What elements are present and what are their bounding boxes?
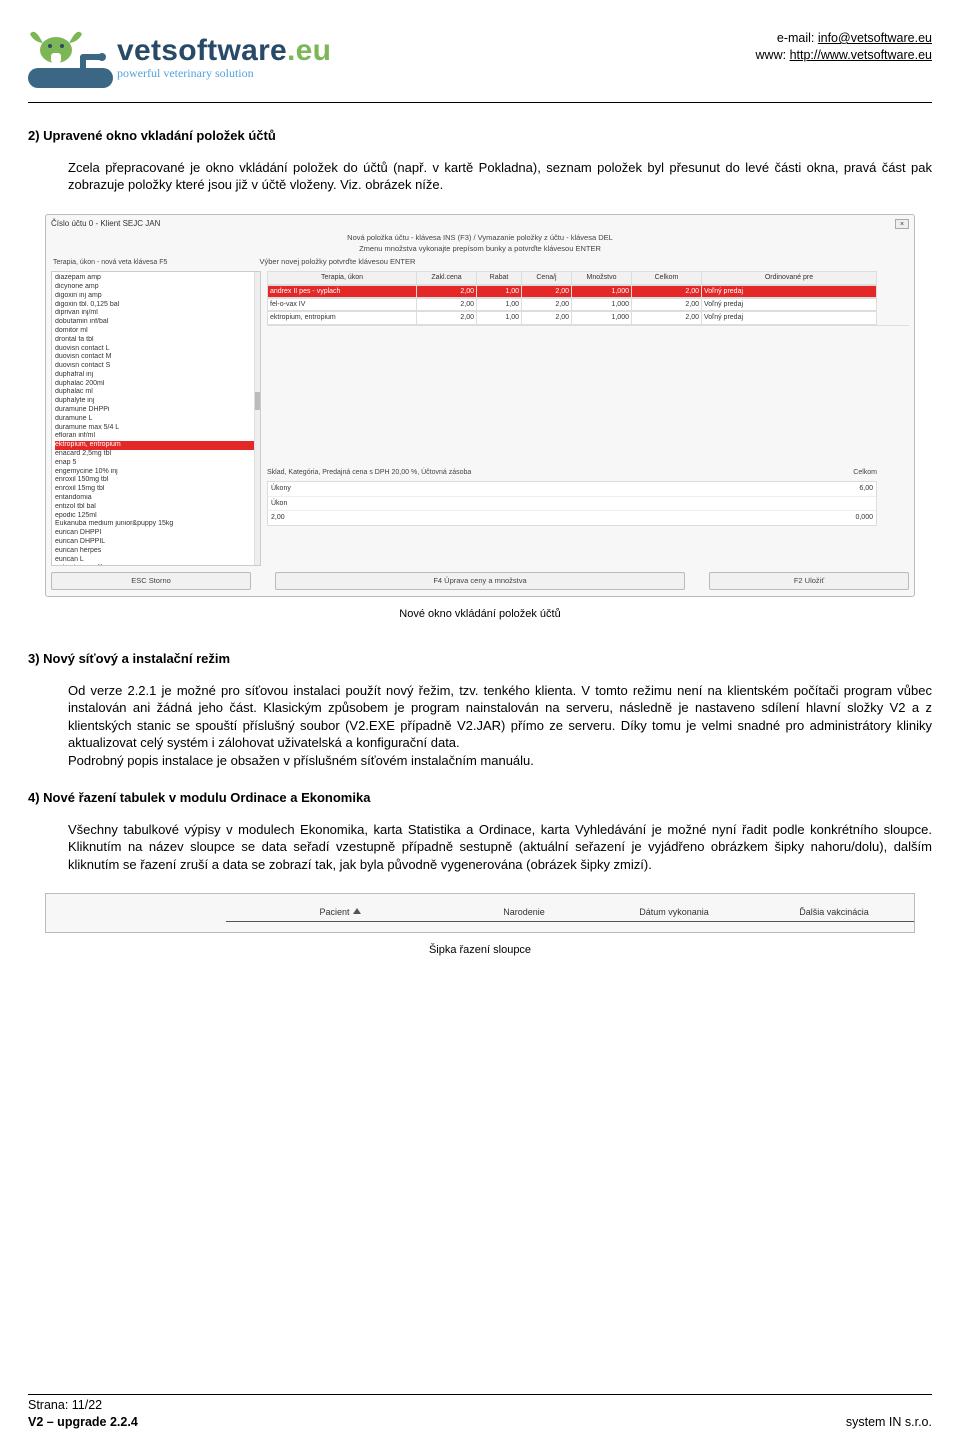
list-item[interactable]: digoxin inj amp [55, 292, 256, 301]
list-item[interactable]: duphalyte inj [55, 397, 256, 406]
section-3-title: 3) Nový síťový a instalační režim [28, 650, 932, 668]
close-icon[interactable]: × [895, 219, 909, 229]
table-row[interactable]: andrex II pes - vyplach2,001,002,001,000… [267, 285, 909, 298]
list-item[interactable]: diprivan inj/ml [55, 309, 256, 318]
list-item[interactable]: domitor ml [55, 327, 256, 336]
list-item[interactable]: ektropium, entropium [55, 441, 256, 450]
screenshot-2: Pacient Narodenie Dátum vykonania Ďalšia… [45, 893, 915, 932]
shot1-f5-label: Terapia, úkon - nová veta klávesa F5 [53, 259, 167, 266]
list-item[interactable]: Eukanuba medium junior&puppy 15kg [55, 520, 256, 529]
list-item[interactable]: duramune L [55, 415, 256, 424]
table-row[interactable]: fel-o-vax IV2,001,002,001,0002,00Voľný p… [267, 298, 909, 311]
email-link[interactable]: info@vetsoftware.eu [818, 31, 932, 45]
shot1-window-title: Číslo účtu 0 - Klient SEJC JAN [51, 219, 160, 230]
page-header: vetsoftware.eu powerful veterinary solut… [0, 0, 960, 98]
section-3-body: Od verze 2.2.1 je možné pro síťovou inst… [68, 682, 932, 770]
footer-left: Strana: 11/22 V2 – upgrade 2.2.4 [28, 1397, 138, 1431]
list-item[interactable]: eurican herpes [55, 547, 256, 556]
col-dalsia[interactable]: Ďalšia vakcinácia [754, 904, 914, 921]
list-item[interactable]: eurican DHPPI [55, 529, 256, 538]
list-item[interactable]: diazepam amp [55, 274, 256, 283]
screenshot-1: Číslo účtu 0 - Klient SEJC JAN × Nová po… [45, 214, 915, 597]
list-item[interactable]: epodic 125ml [55, 512, 256, 521]
cow-icon [28, 28, 113, 88]
shot1-stock-label: Sklad, Kategória, Predajná cena s DPH 20… [267, 468, 471, 477]
list-item[interactable]: duovisn contact M [55, 353, 256, 362]
section-2-body: Zcela přepracované je okno vkládání polo… [68, 159, 932, 194]
col-pacient[interactable]: Pacient [226, 904, 454, 921]
list-item[interactable]: entizol tbl bal [55, 503, 256, 512]
list-item[interactable]: efloran inf/ml [55, 432, 256, 441]
list-item[interactable]: dobutamin inf/bal [55, 318, 256, 327]
contact-email: e-mail: info@vetsoftware.eu [756, 30, 932, 47]
shot1-stock-right: Celkom [853, 468, 877, 477]
list-item[interactable]: drontal fa tbl [55, 336, 256, 345]
list-item[interactable]: digoxin tbl. 0,125 bal [55, 301, 256, 310]
f2-ulozit-button[interactable]: F2 Uložiť [709, 572, 909, 590]
section-4-body: Všechny tabulkové výpisy v modulech Ekon… [68, 821, 932, 874]
caption-2: Šipka řazení sloupce [28, 943, 932, 958]
list-item[interactable]: duphalac 200ml [55, 380, 256, 389]
col-narodenie[interactable]: Narodenie [454, 904, 594, 921]
list-item[interactable]: enap 5 [55, 459, 256, 468]
list-item[interactable]: engemycine 10% inj [55, 468, 256, 477]
list-item[interactable]: eutanázia mačky [55, 564, 256, 566]
f4-uprava-button[interactable]: F4 Úprava ceny a množstva [275, 572, 685, 590]
list-item[interactable]: duphafral inj [55, 371, 256, 380]
section-4-title: 4) Nové řazení tabulek v modulu Ordinace… [28, 789, 932, 807]
caption-1: Nové okno vkládání položek účtů [28, 607, 932, 622]
list-item[interactable]: dicynone amp [55, 283, 256, 292]
list-item[interactable]: entandomia [55, 494, 256, 503]
list-item[interactable]: duovisn contact L [55, 345, 256, 354]
table-row[interactable]: ektropium, entropium2,001,002,001,0002,0… [267, 311, 909, 324]
list-item[interactable]: duramune DHPPi [55, 406, 256, 415]
footer-rule [28, 1394, 932, 1395]
list-item[interactable]: enacard 2,5mg tbl [55, 450, 256, 459]
list-item[interactable]: enroxil 15mg tbl [55, 485, 256, 494]
shot1-grid-body[interactable]: andrex II pes - vyplach2,001,002,001,000… [267, 285, 909, 326]
contact-block: e-mail: info@vetsoftware.eu www: http://… [756, 28, 932, 64]
list-item[interactable]: enroxil 150mg tbl [55, 476, 256, 485]
section-2-title: 2) Upravené okno vkladání položek účtů [28, 127, 932, 145]
shot1-grid-header: Terapia, úkon Zakl.cena Rabat Cena/j Mno… [267, 271, 909, 284]
www-link[interactable]: http://www.vetsoftware.eu [790, 48, 932, 62]
logo-block: vetsoftware.eu powerful veterinary solut… [28, 28, 331, 88]
list-item[interactable]: duramune max 5/4 L [55, 424, 256, 433]
logo-text: vetsoftware.eu powerful veterinary solut… [117, 35, 331, 81]
col-datum[interactable]: Dátum vykonania [594, 904, 754, 921]
esc-storno-button[interactable]: ESC Storno [51, 572, 251, 590]
list-item[interactable]: duovisn contact S [55, 362, 256, 371]
shot1-summary-box: Úkony6,00 Úkon 2,000,000 [267, 481, 877, 525]
shot1-info-2: Zmenu množstva vykonajte prepísom bunky … [51, 244, 909, 254]
shot1-info-3: Výber novej položky potvrďte klávesou EN… [260, 257, 416, 266]
contact-www: www: http://www.vetsoftware.eu [756, 47, 932, 64]
list-item[interactable]: eurican DHPPIL [55, 538, 256, 547]
logo-tagline: powerful veterinary solution [117, 65, 331, 81]
list-item[interactable]: eurican L [55, 556, 256, 565]
page-footer: Strana: 11/22 V2 – upgrade 2.2.4 system … [28, 1397, 932, 1431]
scroll-thumb[interactable] [255, 392, 261, 410]
scrollbar[interactable] [254, 272, 260, 565]
list-item[interactable]: duphalac ml [55, 388, 256, 397]
sort-arrow-up-icon [353, 908, 361, 914]
logo-title: vetsoftware.eu [117, 35, 331, 67]
shot1-info-1: Nová položka účtu - klávesa INS (F3) / V… [51, 233, 909, 243]
shot1-item-listbox[interactable]: diazepam ampdicynone ampdigoxin inj ampd… [51, 271, 261, 566]
footer-right: system IN s.r.o. [846, 1414, 932, 1431]
